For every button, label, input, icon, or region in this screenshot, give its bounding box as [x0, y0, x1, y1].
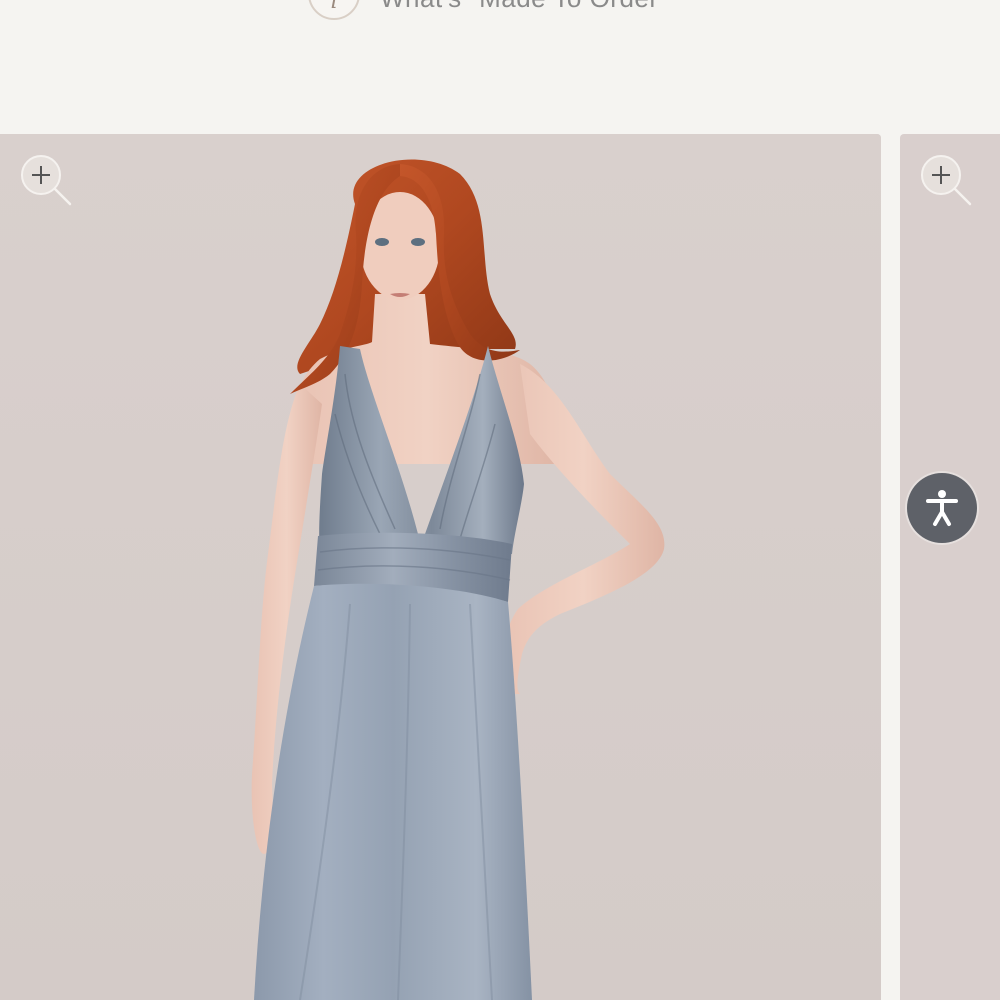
zoom-button[interactable]	[18, 152, 74, 208]
accessibility-icon	[926, 490, 958, 526]
made-to-order-info[interactable]: i What's "Made To Order"	[308, 0, 668, 22]
zoom-button[interactable]	[918, 152, 974, 208]
product-page: i What's "Made To Order"	[0, 0, 1000, 1000]
product-image-main[interactable]	[0, 134, 881, 1000]
product-image-next[interactable]	[900, 134, 1000, 1000]
info-icon: i	[308, 0, 360, 20]
zoom-in-icon	[21, 155, 72, 206]
zoom-in-icon	[921, 155, 972, 206]
made-to-order-link[interactable]: What's "Made To Order"	[380, 0, 668, 14]
accessibility-button[interactable]	[907, 473, 977, 543]
product-photo	[0, 134, 881, 1000]
